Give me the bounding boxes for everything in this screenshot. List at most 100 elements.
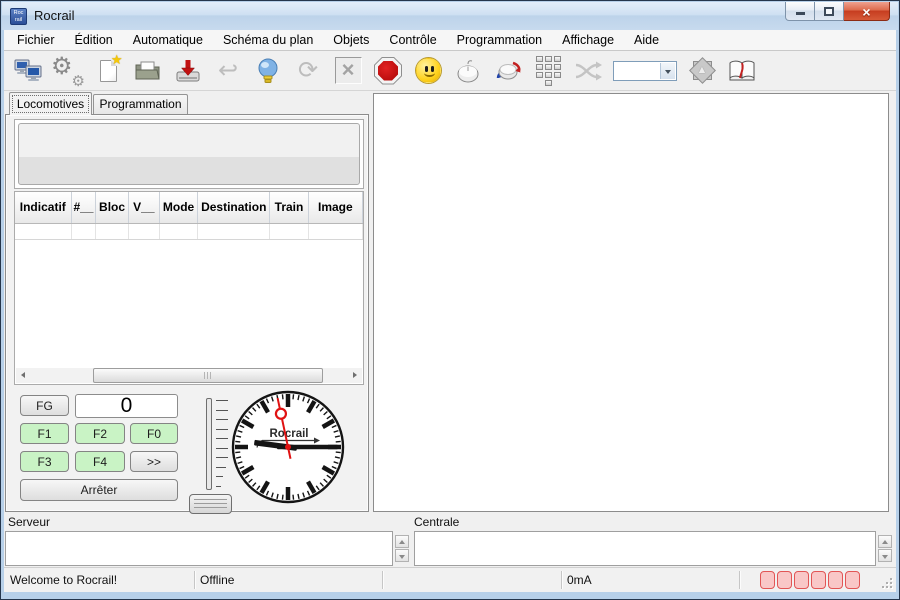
resize-grip[interactable] xyxy=(882,578,892,588)
loco-cell xyxy=(71,223,96,239)
maximize-icon xyxy=(824,7,834,16)
column-header-mode[interactable]: Mode xyxy=(159,192,197,223)
scroll-up-button[interactable] xyxy=(395,535,409,548)
central-log-scroller xyxy=(878,535,892,562)
titlebar[interactable]: Roc rail Rocrail × xyxy=(2,2,898,30)
tab-programmation[interactable]: Programmation xyxy=(93,94,188,114)
column-header-image[interactable]: Image xyxy=(308,192,362,223)
undo-icon: ↩ xyxy=(213,56,243,86)
settings-gears-icon[interactable]: ⚙⚙ xyxy=(53,56,83,86)
server-log-box[interactable] xyxy=(5,531,393,566)
close-button[interactable]: × xyxy=(844,2,890,21)
workstation-connect-icon[interactable] xyxy=(13,56,43,86)
more-functions-button[interactable]: >> xyxy=(130,451,178,472)
shuffle-icon xyxy=(573,56,603,86)
menu-objets[interactable]: Objets xyxy=(323,31,379,49)
scroll-down-button[interactable] xyxy=(878,549,892,562)
accessory-star-icon[interactable]: ▲ xyxy=(687,56,717,86)
clock-brand-text: Rocrail xyxy=(270,428,309,440)
slider-track[interactable] xyxy=(206,398,212,490)
scrollbar-thumb[interactable] xyxy=(93,368,323,383)
column-header--[interactable]: #__ xyxy=(71,192,96,223)
led-indicator xyxy=(777,571,792,589)
fast-clock: Rocrail xyxy=(228,387,348,507)
f1-button[interactable]: F1 xyxy=(20,423,69,444)
server-label: Serveur xyxy=(8,515,50,529)
led-indicator xyxy=(794,571,809,589)
horizontal-scrollbar[interactable] xyxy=(16,368,362,383)
f3-button[interactable]: F3 xyxy=(20,451,69,472)
loco-cell xyxy=(96,223,128,239)
menu-edition[interactable]: Édition xyxy=(65,31,123,49)
scroll-right-button[interactable] xyxy=(346,368,362,383)
locomotives-panel: Indicatif#__BlocV__ModeDestinationTrainI… xyxy=(5,114,369,512)
window-controls: × xyxy=(785,2,890,21)
menu-automatique[interactable]: Automatique xyxy=(123,31,213,49)
server-log-scroller xyxy=(395,535,409,562)
slider-handle[interactable] xyxy=(189,494,232,514)
led-indicator xyxy=(760,571,775,589)
loco-cell xyxy=(159,223,197,239)
column-header-destination[interactable]: Destination xyxy=(198,192,270,223)
fg-button[interactable]: FG xyxy=(20,395,69,416)
new-plan-icon[interactable]: ★ xyxy=(93,56,123,86)
scroll-down-button[interactable] xyxy=(395,549,409,562)
loco-cell xyxy=(308,223,362,239)
sensor-led-indicators xyxy=(760,571,860,589)
go-smiley-icon[interactable] xyxy=(413,56,443,86)
f0-button[interactable]: F0 xyxy=(130,423,178,444)
open-plan-icon[interactable] xyxy=(133,56,163,86)
scroll-left-button[interactable] xyxy=(16,368,32,383)
menubar: FichierÉditionAutomatiqueSchéma du planO… xyxy=(4,30,896,51)
column-header-v-[interactable]: V__ xyxy=(128,192,159,223)
auto-mode-loop-icon: ⟳ xyxy=(293,56,323,86)
close-icon: × xyxy=(844,4,889,20)
menu-schema-du-plan[interactable]: Schéma du plan xyxy=(213,31,323,49)
loco-cell xyxy=(15,223,71,239)
column-header-bloc[interactable]: Bloc xyxy=(96,192,128,223)
tab-locomotives[interactable]: Locomotives xyxy=(9,92,92,115)
f4-button[interactable]: F4 xyxy=(75,451,125,472)
app-icon-text-top: Roc xyxy=(11,10,26,17)
scroll-up-button[interactable] xyxy=(878,535,892,548)
column-header-train[interactable]: Train xyxy=(270,192,308,223)
loco-table[interactable]: Indicatif#__BlocV__ModeDestinationTrainI… xyxy=(15,192,363,240)
menu-fichier[interactable]: Fichier xyxy=(7,31,65,49)
column-header-indicatif[interactable]: Indicatif xyxy=(15,192,71,223)
loco-cell xyxy=(198,223,270,239)
rotary-knob-icon[interactable] xyxy=(493,56,523,86)
emergency-stop-icon[interactable] xyxy=(373,56,403,86)
loco-cell xyxy=(270,223,308,239)
save-icon[interactable] xyxy=(173,56,203,86)
central-label: Centrale xyxy=(414,515,459,529)
maximize-button[interactable] xyxy=(815,2,844,21)
current-draw: 0mA xyxy=(567,573,592,587)
menu-controle[interactable]: Contrôle xyxy=(379,31,446,49)
status-message: Welcome to Rocrail! xyxy=(10,573,117,587)
help-book-icon[interactable] xyxy=(727,56,757,86)
power-lamp-icon[interactable] xyxy=(253,56,283,86)
speed-slider[interactable] xyxy=(187,392,234,514)
keypad-icon[interactable] xyxy=(533,56,563,86)
f2-button[interactable]: F2 xyxy=(75,423,125,444)
central-log-box[interactable] xyxy=(414,531,876,566)
cancel-icon: × xyxy=(333,56,363,86)
menu-aide[interactable]: Aide xyxy=(624,31,669,49)
combo-dropdown-button[interactable] xyxy=(660,63,675,79)
loco-combobox[interactable] xyxy=(613,61,677,81)
menu-programmation[interactable]: Programmation xyxy=(447,31,552,49)
loco-cell xyxy=(128,223,159,239)
loco-list-box: Indicatif#__BlocV__ModeDestinationTrainI… xyxy=(14,191,364,385)
loco-image-button[interactable] xyxy=(18,123,360,185)
toolbar: ⚙⚙ ★ ↩ ⟳ × ▲ xyxy=(4,51,896,91)
stop-loco-button[interactable]: Arrêter xyxy=(20,479,178,501)
window-title: Rocrail xyxy=(34,8,74,23)
app-icon-text-bottom: rail xyxy=(11,17,26,24)
menu-affichage[interactable]: Affichage xyxy=(552,31,624,49)
chevron-down-icon xyxy=(665,70,671,74)
loco-image-well xyxy=(14,119,364,189)
arrow-right-icon xyxy=(353,372,357,378)
minimize-button[interactable] xyxy=(785,2,815,21)
led-indicator xyxy=(845,571,860,589)
mouse-throttle-icon[interactable] xyxy=(453,56,483,86)
